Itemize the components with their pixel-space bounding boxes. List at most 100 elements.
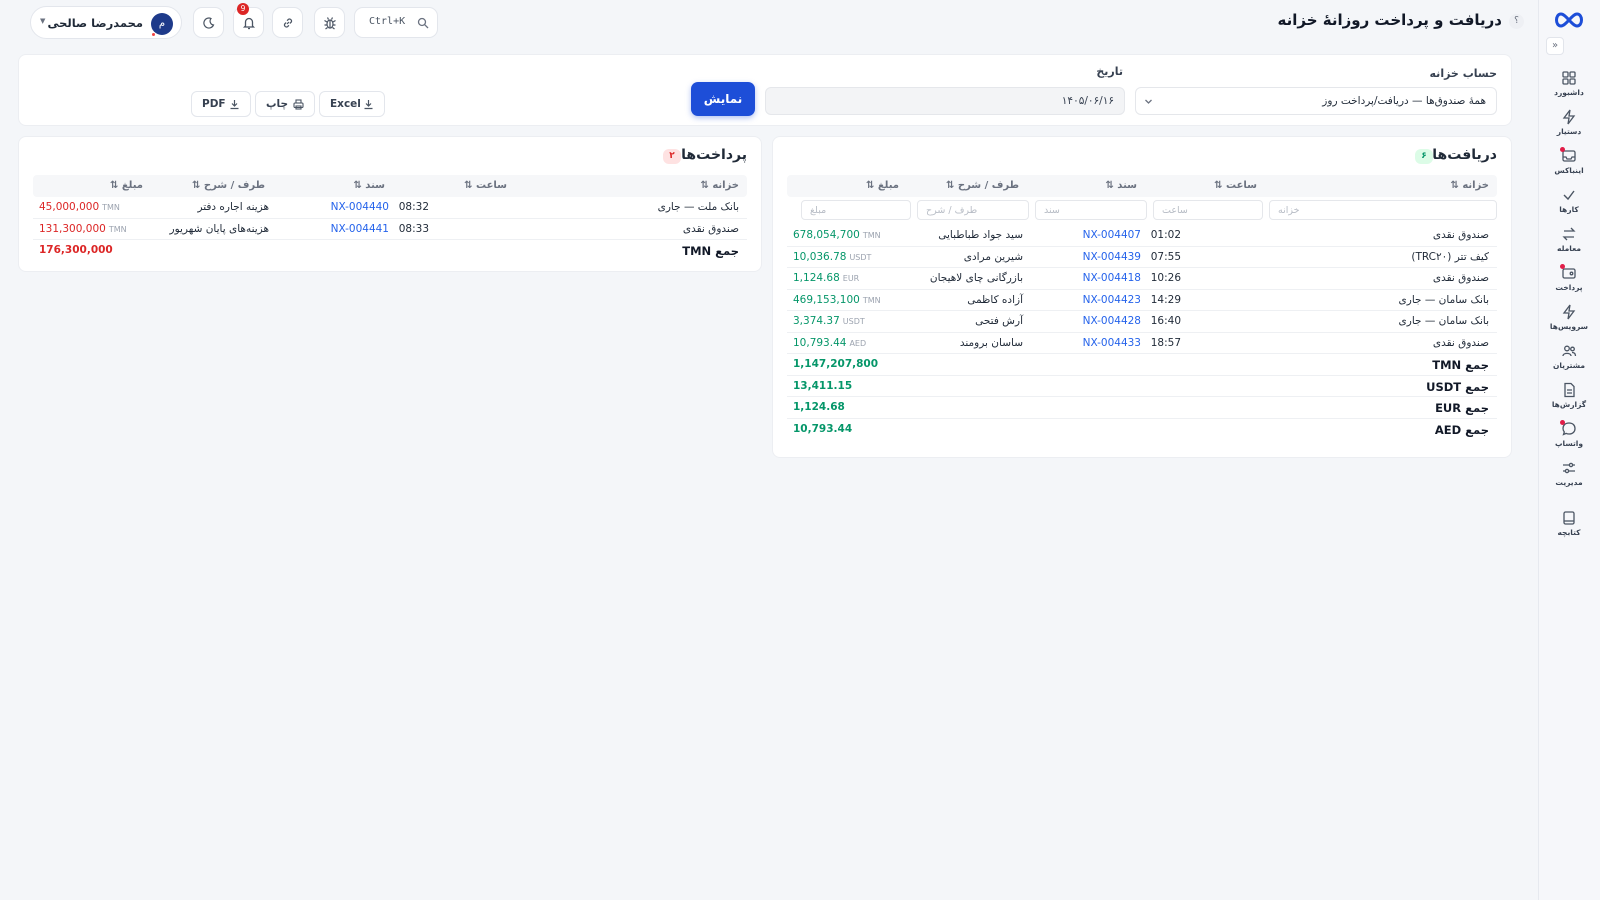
dark-mode-toggle[interactable] xyxy=(193,7,224,38)
column-header-party[interactable]: طرف / شرح ⇅ xyxy=(946,180,1019,191)
show-button[interactable]: نمایش xyxy=(691,82,755,116)
filter-party-input[interactable]: طرف / شرح xyxy=(917,200,1029,220)
cell-treasury: صندوق نقدی xyxy=(1432,336,1489,349)
filter-treasury-input[interactable]: خزانه xyxy=(1269,200,1497,220)
sidebar-item-inbox[interactable]: اینباکس xyxy=(1538,144,1600,183)
column-header-party[interactable]: طرف / شرح ⇅ xyxy=(192,180,265,191)
sidebar-item-services[interactable]: سرویس‌ها xyxy=(1538,300,1600,339)
table-row[interactable]: کیف تتر (TRC۲۰) 07:55 NX-004439 شیرین مر… xyxy=(787,247,1497,268)
column-header-amount[interactable]: مبلغ ⇅ xyxy=(866,180,899,191)
sidebar-item-admin[interactable]: مدیریت xyxy=(1538,456,1600,495)
sidebar-item-tasks[interactable]: کارها xyxy=(1538,183,1600,222)
column-header-treasury[interactable]: خزانه ⇅ xyxy=(1450,180,1489,191)
cell-doc-link[interactable]: NX-004433 xyxy=(1083,337,1141,349)
print-button[interactable]: چاپ xyxy=(255,91,315,117)
cell-doc-link[interactable]: NX-004407 xyxy=(1083,229,1141,241)
total-value: 10,793.44 xyxy=(793,422,853,435)
export-excel-button[interactable]: Excel xyxy=(319,91,385,117)
sidebar-item-label: گزارش‌ها xyxy=(1551,400,1587,409)
cell-time: 07:55 xyxy=(1150,250,1181,263)
column-header-amount[interactable]: مبلغ ⇅ xyxy=(110,180,143,191)
cell-doc-link[interactable]: NX-004428 xyxy=(1083,315,1141,327)
cell-amount: 678,054,700 TMN xyxy=(793,229,881,241)
table-row[interactable]: بانک سامان — جاری 16:40 NX-004428 آرش فت… xyxy=(787,311,1497,333)
sidebar-item-handbook[interactable]: کتابچه xyxy=(1538,506,1600,545)
currency-code: TMN xyxy=(108,224,127,234)
cell-treasury: بانک سامان — جاری xyxy=(1398,293,1489,306)
sidebar-item-label: کتابچه xyxy=(1557,528,1581,537)
payments-count-badge: ۲ xyxy=(663,149,681,164)
amount-value: 1,124.68 xyxy=(793,272,840,284)
date-field[interactable]: ۱۴۰۵/۰۶/۱۶ xyxy=(765,87,1125,115)
table-row[interactable]: صندوق نقدی 18:57 NX-004433 ساسان برومند … xyxy=(787,333,1497,354)
cell-time: 08:32 xyxy=(398,201,429,213)
total-label: جمع USDT xyxy=(1426,379,1489,394)
cell-party: سید جواد طباطبایی xyxy=(938,229,1023,241)
cell-treasury: صندوق نقدی xyxy=(1432,272,1489,284)
chevron-down-icon: ▼ xyxy=(40,17,46,25)
sidebar-item-label: واتساپ xyxy=(1554,439,1584,448)
total-label: جمع TMN xyxy=(1432,358,1489,372)
table-row[interactable]: صندوق نقدی 01:02 NX-004407 سید جواد طباط… xyxy=(787,225,1497,247)
book-icon xyxy=(1563,511,1575,525)
sidebar-item-trade[interactable]: معامله xyxy=(1538,222,1600,261)
table-row[interactable]: صندوق نقدی 10:26 NX-004418 بازرگانی چای … xyxy=(787,268,1497,290)
treasury-account-select[interactable]: همهٔ صندوق‌ها — دریافت/پرداخت روز xyxy=(1135,87,1497,115)
filter-time-input[interactable]: ساعت xyxy=(1153,200,1263,220)
filter-doc-input[interactable]: سند xyxy=(1035,200,1147,220)
sidebar-item-label: مدیریت xyxy=(1555,478,1583,487)
total-row: جمع EUR 1,124.68 xyxy=(787,397,1497,419)
column-header-treasury[interactable]: خزانه ⇅ xyxy=(700,180,739,191)
total-row: جمع USDT 13,411.15 xyxy=(787,376,1497,397)
receipts-title: دریافت‌ها xyxy=(1432,147,1497,163)
cell-amount: 10,036.78 USDT xyxy=(793,251,871,263)
printer-icon xyxy=(293,99,304,110)
filter-amount-input[interactable]: مبلغ xyxy=(801,200,911,220)
table-row[interactable]: بانک ملت — جاری 08:32 NX-004440 هزینه اج… xyxy=(33,197,747,219)
cell-time: 01:02 xyxy=(1150,229,1181,241)
user-menu[interactable]: م محمدرضا صالحی ▼ xyxy=(30,6,182,39)
date-value: ۱۴۰۵/۰۶/۱۶ xyxy=(1061,95,1114,107)
cell-doc-link[interactable]: NX-004440 xyxy=(331,201,389,213)
sidebar-item-whatsapp[interactable]: واتساپ xyxy=(1538,417,1600,456)
column-header-time[interactable]: ساعت ⇅ xyxy=(1214,180,1257,191)
cell-doc-link[interactable]: NX-004418 xyxy=(1083,272,1141,284)
column-header-doc[interactable]: سند ⇅ xyxy=(353,180,385,191)
column-header-doc[interactable]: سند ⇅ xyxy=(1105,180,1137,191)
sidebar-collapse-button[interactable]: » xyxy=(1546,37,1564,55)
amount-value: 3,374.37 xyxy=(793,315,840,327)
export-pdf-button[interactable]: PDF xyxy=(191,91,251,117)
account-label: حساب خزانه xyxy=(1429,67,1497,80)
filter-card: حساب خزانه همهٔ صندوق‌ها — دریافت/پرداخت… xyxy=(18,54,1512,126)
sidebar-item-customers[interactable]: مشتریان xyxy=(1538,339,1600,378)
logo-icon[interactable] xyxy=(1552,10,1586,30)
notification-badge: 9 xyxy=(237,3,249,15)
filter-placeholder: سند xyxy=(1044,205,1060,216)
bolt-icon xyxy=(1562,304,1576,320)
exchange-icon xyxy=(1562,227,1576,241)
link-button[interactable] xyxy=(272,7,303,38)
search-button[interactable]: Ctrl+K xyxy=(354,7,438,38)
table-header: خزانه ⇅ ساعت ⇅ سند ⇅ طرف / شرح ⇅ مبلغ ⇅ xyxy=(33,175,747,197)
table-row[interactable]: بانک سامان — جاری 14:29 NX-004423 آزاده … xyxy=(787,290,1497,311)
help-icon[interactable]: ؟ xyxy=(1509,14,1524,29)
column-header-time[interactable]: ساعت ⇅ xyxy=(464,180,507,191)
search-icon xyxy=(417,17,429,28)
cell-doc-link[interactable]: NX-004441 xyxy=(331,223,389,235)
cell-doc-link[interactable]: NX-004423 xyxy=(1083,294,1141,306)
amount-value: 10,793.44 xyxy=(793,336,847,349)
cell-doc-link[interactable]: NX-004439 xyxy=(1083,251,1141,263)
bell-icon xyxy=(242,17,255,29)
table-row[interactable]: صندوق نقدی 08:33 NX-004441 هزینه‌های پای… xyxy=(33,219,747,240)
cell-amount: 45,000,000 TMN xyxy=(39,201,120,213)
amount-value: 678,054,700 xyxy=(793,229,860,241)
chevron-down-icon xyxy=(1145,99,1152,104)
sidebar-item-payment[interactable]: پرداخت xyxy=(1538,261,1600,300)
sidebar-item-dashboard[interactable]: داشبورد xyxy=(1538,66,1600,105)
date-label: تاریخ xyxy=(1096,65,1123,78)
filter-placeholder: ساعت xyxy=(1162,205,1188,216)
sidebar-item-reports[interactable]: گزارش‌ها xyxy=(1538,378,1600,417)
sidebar-item-assistant[interactable]: دستیار xyxy=(1538,105,1600,144)
notifications-button[interactable]: 9 xyxy=(233,3,264,38)
bug-report-button[interactable] xyxy=(314,7,345,38)
